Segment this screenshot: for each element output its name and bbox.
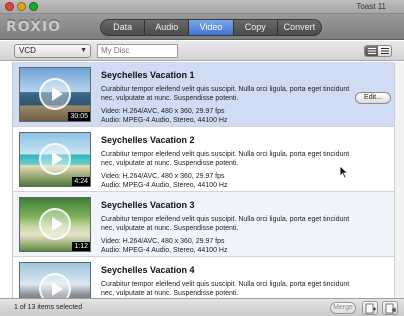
main-toolbar: ROXIO Data Audio Video Copy Convert: [0, 14, 404, 40]
list-item[interactable]: 4:24 Seychelles Vacation 2 Curabitur tem…: [13, 127, 404, 192]
item-video-info: Video: H.264/AVC, 480 x 360, 29.97 fps: [101, 173, 225, 180]
item-title: Seychelles Vacation 3: [101, 200, 195, 210]
add-item-button[interactable]: [362, 301, 378, 315]
list-item[interactable]: 1:12 Seychelles Vacation 3 Curabitur tem…: [13, 192, 404, 257]
list-view-button[interactable]: [365, 46, 378, 56]
add-file-icon: [365, 303, 376, 314]
play-icon[interactable]: [39, 143, 71, 175]
item-title: Seychelles Vacation 1: [101, 70, 195, 80]
item-audio-info: Audio: MPEG-4 Audio, Stereo, 44100 Hz: [101, 117, 228, 124]
status-bar: 1 of 13 items selected Merge: [0, 298, 404, 316]
list-item[interactable]: Seychelles Vacation 4 Curabitur tempor e…: [13, 257, 404, 298]
duration-badge: 1:12: [72, 242, 90, 251]
selection-status: 1 of 13 items selected: [14, 304, 83, 311]
view-toggle[interactable]: [364, 45, 392, 57]
item-video-info: Video: H.264/AVC, 480 x 360, 29.97 fps: [101, 238, 225, 245]
item-title: Seychelles Vacation 4: [101, 265, 195, 275]
format-select[interactable]: VCD ▼: [14, 44, 91, 58]
duration-badge: 4:24: [72, 177, 90, 186]
video-thumbnail[interactable]: 30:05: [19, 67, 91, 122]
play-icon[interactable]: [39, 78, 71, 110]
options-bar: VCD ▼ My Disc: [0, 41, 404, 61]
item-description: Curabitur tempor eleifend velit quis sus…: [101, 151, 350, 167]
tab-data[interactable]: Data: [101, 20, 146, 35]
video-thumbnail[interactable]: [19, 262, 91, 298]
tab-copy[interactable]: Copy: [234, 20, 278, 35]
item-description: Curabitur tempor eleifend velit quis sus…: [101, 86, 350, 102]
mouse-pointer-icon: [339, 165, 349, 179]
item-title: Seychelles Vacation 2: [101, 135, 195, 145]
vertical-scrollbar[interactable]: [394, 62, 404, 298]
item-audio-info: Audio: MPEG-4 Audio, Stereo, 44100 Hz: [101, 182, 228, 189]
tab-audio[interactable]: Audio: [145, 20, 190, 35]
disc-name-field[interactable]: My Disc: [97, 44, 178, 58]
list-item[interactable]: 30:05 Seychelles Vacation 1 Curabitur te…: [13, 62, 404, 127]
compact-view-button[interactable]: [378, 46, 391, 56]
list-view-icon: [367, 48, 376, 54]
info-button[interactable]: [382, 301, 398, 315]
play-icon[interactable]: [39, 273, 71, 298]
play-icon[interactable]: [39, 208, 71, 240]
window-titlebar: Toast 11: [0, 0, 404, 14]
tab-convert[interactable]: Convert: [278, 20, 321, 35]
video-thumbnail[interactable]: 4:24: [19, 132, 91, 187]
merge-button[interactable]: Merge: [330, 302, 356, 314]
item-video-info: Video: H.264/AVC, 480 x 360, 29.97 fps: [101, 108, 225, 115]
edit-button[interactable]: Edit...: [355, 92, 391, 104]
video-thumbnail[interactable]: 1:12: [19, 197, 91, 252]
chevron-down-icon: ▼: [80, 47, 87, 54]
window-title: Toast 11: [356, 2, 386, 11]
item-audio-info: Audio: MPEG-4 Audio, Stereo, 44100 Hz: [101, 247, 228, 254]
item-description: Curabitur tempor eleifend velit quis sus…: [101, 216, 350, 232]
disc-info-icon: [385, 303, 397, 314]
tab-video[interactable]: Video: [189, 20, 234, 35]
roxio-logo: ROXIO: [6, 19, 62, 35]
compact-view-icon: [380, 48, 389, 54]
item-description: Curabitur tempor eleifend velit quis sus…: [101, 281, 350, 297]
format-select-value: VCD: [19, 46, 36, 55]
video-list: 30:05 Seychelles Vacation 1 Curabitur te…: [12, 62, 404, 298]
duration-badge: 30:05: [68, 112, 90, 121]
mode-tabs: Data Audio Video Copy Convert: [100, 19, 322, 36]
